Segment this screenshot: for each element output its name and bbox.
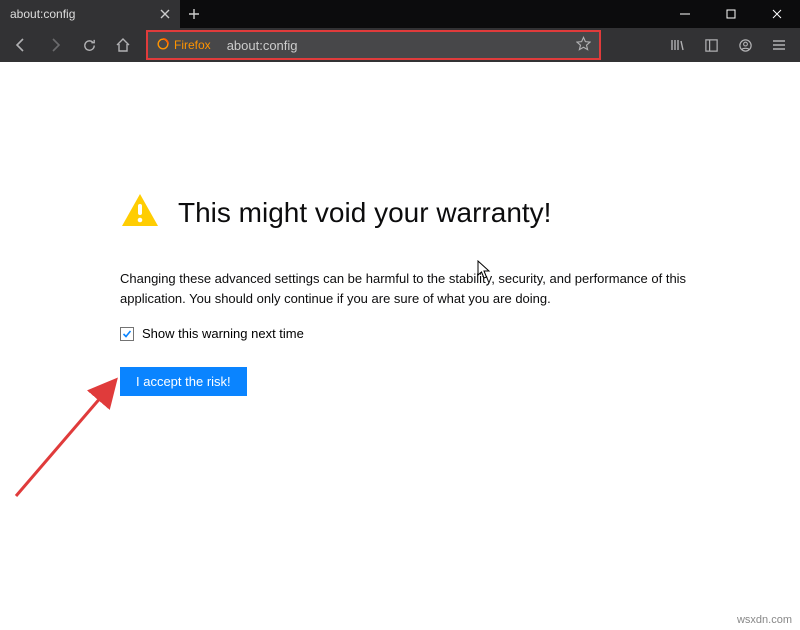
account-button[interactable]: [730, 30, 760, 60]
tab-title: about:config: [10, 7, 156, 21]
reload-button[interactable]: [74, 30, 104, 60]
new-tab-button[interactable]: [180, 0, 208, 28]
identity-label: Firefox: [174, 38, 211, 52]
sidebar-button[interactable]: [696, 30, 726, 60]
accept-risk-button[interactable]: I accept the risk!: [120, 367, 247, 396]
close-tab-icon[interactable]: [156, 5, 174, 23]
page-content: This might void your warranty! Changing …: [0, 62, 800, 630]
identity-pill[interactable]: Firefox: [148, 32, 219, 58]
titlebar-drag-area[interactable]: [208, 0, 662, 28]
show-warning-label: Show this warning next time: [142, 326, 304, 341]
url-text: about:config: [227, 38, 576, 53]
warning-triangle-icon: [120, 192, 160, 233]
address-bar-highlight: Firefox about:config: [146, 30, 601, 60]
maximize-window-button[interactable]: [708, 0, 754, 28]
annotation-arrow: [10, 372, 130, 502]
menu-button[interactable]: [764, 30, 794, 60]
titlebar: about:config: [0, 0, 800, 28]
browser-tab[interactable]: about:config: [0, 0, 180, 28]
page-title: This might void your warranty!: [178, 197, 551, 229]
forward-button[interactable]: [40, 30, 70, 60]
minimize-window-button[interactable]: [662, 0, 708, 28]
toolbar: Firefox about:config: [0, 28, 800, 62]
firefox-icon: [156, 37, 170, 54]
watermark: wsxdn.com: [737, 614, 792, 626]
warning-body: Changing these advanced settings can be …: [120, 269, 740, 308]
address-bar[interactable]: about:config: [219, 32, 599, 58]
back-button[interactable]: [6, 30, 36, 60]
bookmark-star-icon[interactable]: [576, 36, 591, 54]
home-button[interactable]: [108, 30, 138, 60]
close-window-button[interactable]: [754, 0, 800, 28]
library-button[interactable]: [662, 30, 692, 60]
show-warning-checkbox[interactable]: [120, 327, 134, 341]
